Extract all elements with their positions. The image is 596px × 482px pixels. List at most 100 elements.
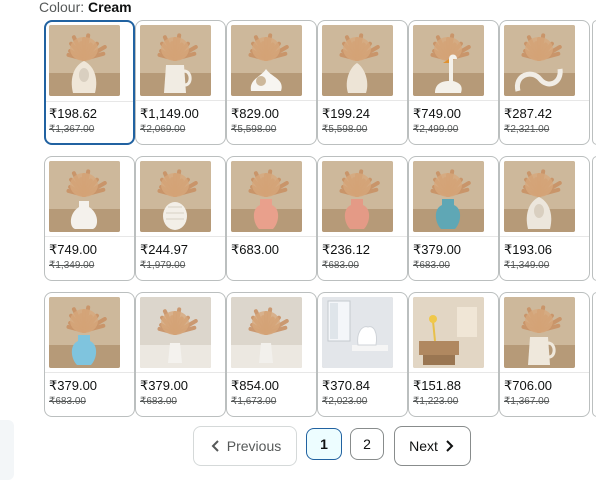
swatch-image [231,161,302,232]
colour-swatch-partial[interactable] [592,292,596,417]
swatch-list-price: ₹1,349.00 [49,260,95,271]
colour-swatch[interactable]: ₹683.00 [226,156,317,281]
swatch-image [413,161,484,232]
swatch-divider [409,100,498,101]
colour-swatch[interactable]: ₹236.12 ₹683.00 [317,156,408,281]
swatch-image [49,297,120,368]
side-panel-edge [0,420,14,480]
swatch-divider [136,236,225,237]
colour-swatch[interactable]: ₹193.06 ₹1,349.00 [499,156,590,281]
vase-image [322,161,393,232]
vase-image [49,161,120,232]
swatch-price: ₹706.00 [504,378,553,393]
swatch-list-price: ₹1,367.00 [504,396,550,407]
swatch-divider [318,236,407,237]
vase-image [413,25,484,96]
swatch-price: ₹287.42 [504,106,553,121]
swatch-divider [227,100,316,101]
colour-swatch[interactable]: ₹379.00 ₹683.00 [408,156,499,281]
swatch-price: ₹1,149.00 [140,106,199,121]
colour-swatch-grid: ₹198.62 ₹1,367.00 ₹1,149.00 ₹2,069.00 ₹829.0… [0,0,596,420]
colour-swatch[interactable]: ₹198.62 ₹1,367.00 [44,20,135,145]
swatch-list-price: ₹1,223.00 [413,396,459,407]
swatch-image [49,25,120,96]
vase-image [413,161,484,232]
swatch-price: ₹198.62 [49,106,98,121]
pagination: Previous 1 2 Next [0,426,596,466]
colour-swatch-partial[interactable] [592,20,596,145]
colour-swatch-partial[interactable] [592,156,596,281]
vase-image [322,25,393,96]
vase-image [140,25,211,96]
vase-image [231,297,302,368]
swatch-list-price: ₹2,499.00 [413,124,459,135]
swatch-divider [45,372,134,373]
swatch-list-price: ₹683.00 [413,260,450,271]
swatch-price: ₹749.00 [49,242,98,257]
swatch-divider [227,236,316,237]
vase-image [322,297,393,368]
vase-image [49,25,120,96]
vase-image [140,297,211,368]
swatch-price: ₹236.12 [322,242,371,257]
vase-image [231,161,302,232]
swatch-image [504,297,575,368]
vase-image [140,161,211,232]
swatch-price: ₹829.00 [231,106,280,121]
previous-page-button[interactable]: Previous [193,426,297,466]
chevron-left-icon [211,440,219,452]
colour-swatch[interactable]: ₹151.88 ₹1,223.00 [408,292,499,417]
swatch-list-price: ₹2,321.00 [504,124,550,135]
swatch-list-price: ₹683.00 [49,396,86,407]
colour-swatch[interactable]: ₹244.97 ₹1,979.00 [135,156,226,281]
swatch-image [140,161,211,232]
swatch-image [322,161,393,232]
swatch-image [322,25,393,96]
swatch-divider [409,372,498,373]
vase-image [49,297,120,368]
swatch-image [231,25,302,96]
swatch-price: ₹193.06 [504,242,553,257]
swatch-list-price: ₹2,023.00 [322,396,368,407]
colour-swatch[interactable]: ₹829.00 ₹5,598.00 [226,20,317,145]
swatch-price: ₹379.00 [140,378,189,393]
swatch-divider [318,372,407,373]
swatch-price: ₹379.00 [49,378,98,393]
colour-swatch[interactable]: ₹287.42 ₹2,321.00 [499,20,590,145]
swatch-price: ₹244.97 [140,242,189,257]
colour-swatch[interactable]: ₹199.24 ₹5,598.00 [317,20,408,145]
swatch-price: ₹370.84 [322,378,371,393]
colour-swatch[interactable]: ₹379.00 ₹683.00 [135,292,226,417]
colour-swatch[interactable]: ₹1,149.00 ₹2,069.00 [135,20,226,145]
swatch-price: ₹854.00 [231,378,280,393]
next-page-button[interactable]: Next [394,426,471,466]
swatch-divider [500,100,589,101]
swatch-list-price: ₹1,367.00 [49,124,95,135]
swatch-image [504,25,575,96]
swatch-list-price: ₹683.00 [322,260,359,271]
swatch-divider [500,236,589,237]
colour-swatch[interactable]: ₹379.00 ₹683.00 [44,292,135,417]
swatch-image [231,297,302,368]
vase-image [413,297,484,368]
colour-swatch[interactable]: ₹854.00 ₹1,673.00 [226,292,317,417]
swatch-price: ₹379.00 [413,242,462,257]
swatch-divider [318,100,407,101]
swatch-image [413,25,484,96]
colour-swatch[interactable]: ₹706.00 ₹1,367.00 [499,292,590,417]
swatch-image [49,161,120,232]
colour-swatch[interactable]: ₹749.00 ₹2,499.00 [408,20,499,145]
page-2-button[interactable]: 2 [350,428,384,460]
previous-label: Previous [226,438,282,454]
swatch-list-price: ₹1,673.00 [231,396,277,407]
page-1-button[interactable]: 1 [306,428,342,460]
vase-image [504,297,575,368]
colour-swatch[interactable]: ₹370.84 ₹2,023.00 [317,292,408,417]
vase-image [504,161,575,232]
swatch-divider [500,372,589,373]
colour-swatch[interactable]: ₹749.00 ₹1,349.00 [44,156,135,281]
swatch-price: ₹199.24 [322,106,371,121]
swatch-image [504,161,575,232]
swatch-price: ₹683.00 [231,242,280,257]
swatch-list-price: ₹1,979.00 [140,260,186,271]
